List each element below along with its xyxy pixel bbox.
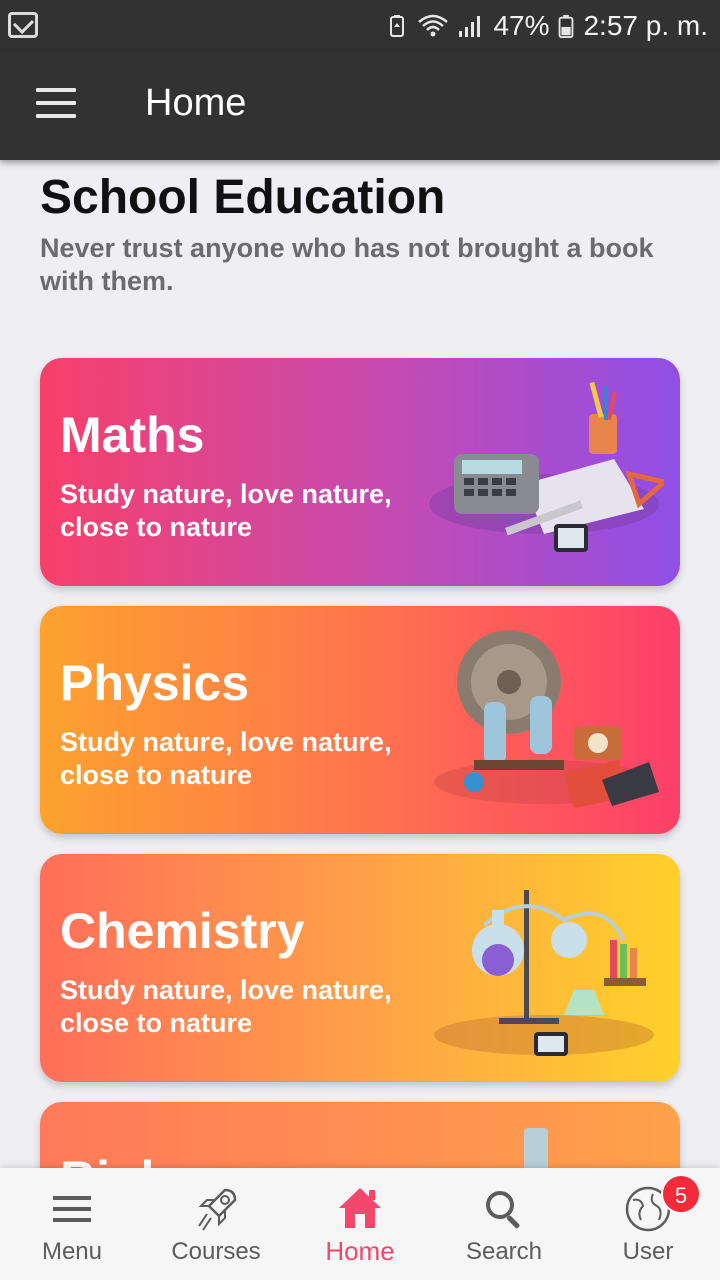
home-icon [339,1188,381,1228]
nav-label: Search [465,1238,543,1265]
menu-icon [53,1196,91,1222]
course-description: Study nature, love nature, close to natu… [60,727,392,790]
status-indicators: 47% 2:57 p. m. [385,8,708,44]
section-quote: Never trust anyone who has not brought a… [40,233,654,296]
app-bar: Home [0,52,720,160]
rocket-icon [198,1188,237,1231]
course-card-biology[interactable]: Biology [40,1102,680,1168]
maths-illustration [429,381,664,552]
nav-item-home[interactable]: Home [288,1168,432,1280]
nav-item-courses[interactable]: Courses [144,1168,288,1280]
search-icon [486,1191,520,1229]
physics-illustration [434,630,659,808]
gmail-notification-icon [8,12,38,38]
biology-illustration [524,1128,548,1168]
clock: 2:57 p. m. [583,10,708,41]
drawer-menu-button[interactable] [36,88,76,120]
battery-icon [559,14,574,38]
section-heading: School Education [40,171,446,224]
nav-label: User [622,1238,674,1265]
course-title: Physics [60,655,250,711]
signal-icon [459,16,481,37]
course-card-physics[interactable]: Physics Study nature, love nature, close… [40,606,680,834]
nav-label: Courses [171,1238,261,1265]
nav-item-user[interactable]: 5 User [576,1168,720,1280]
course-description: Study nature, love nature, close to natu… [60,975,392,1038]
course-card-chemistry[interactable]: Chemistry Study nature, love nature, clo… [40,854,680,1082]
page-title: Home [145,82,247,124]
wifi-icon [418,14,449,37]
course-title: Biology [60,1150,243,1168]
status-bar: 47% 2:57 p. m. [0,0,720,52]
course-description: Study nature, love nature, close to natu… [60,479,392,542]
nav-label: Home [325,1236,395,1266]
battery-percent: 47% [493,10,550,41]
nav-label: Menu [41,1238,103,1265]
nav-item-menu[interactable]: Menu [0,1168,144,1280]
course-title: Maths [60,407,205,463]
battery-saver-icon [390,15,405,37]
nav-item-search[interactable]: Search [432,1168,576,1280]
notification-badge: 5 [661,1174,701,1214]
chemistry-illustration [434,890,654,1056]
main-content[interactable]: School Education Never trust anyone who … [0,160,720,1168]
course-card-maths[interactable]: Maths Study nature, love nature, close t… [40,358,680,586]
bottom-navigation: Menu Courses Home Search 5 User [0,1168,720,1280]
course-title: Chemistry [60,903,305,959]
